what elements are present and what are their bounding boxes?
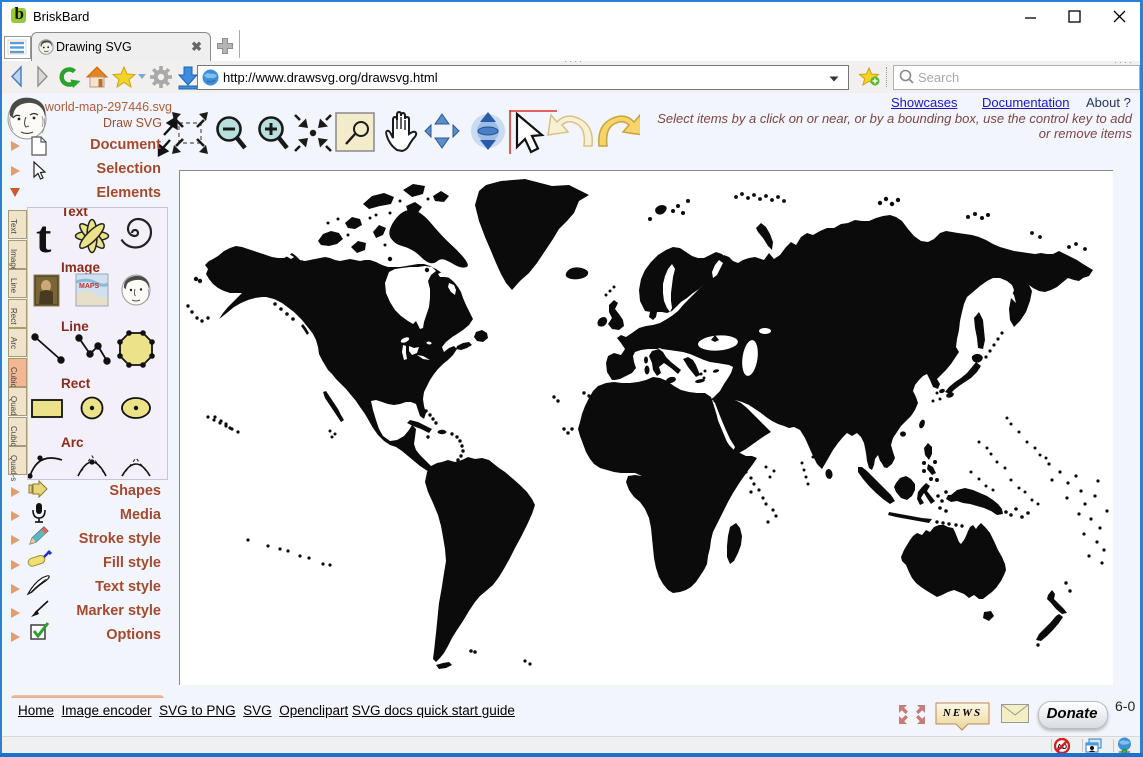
- svg-text:Arc: Arc: [61, 435, 84, 450]
- svg-text:Line: Line: [61, 319, 89, 334]
- svg-text:t: t: [36, 211, 52, 262]
- svg-text:Rect: Rect: [61, 376, 91, 391]
- svg-text:Text: Text: [61, 208, 88, 219]
- svg-text:MAPS: MAPS: [79, 283, 100, 290]
- svg-text:Image: Image: [61, 260, 101, 275]
